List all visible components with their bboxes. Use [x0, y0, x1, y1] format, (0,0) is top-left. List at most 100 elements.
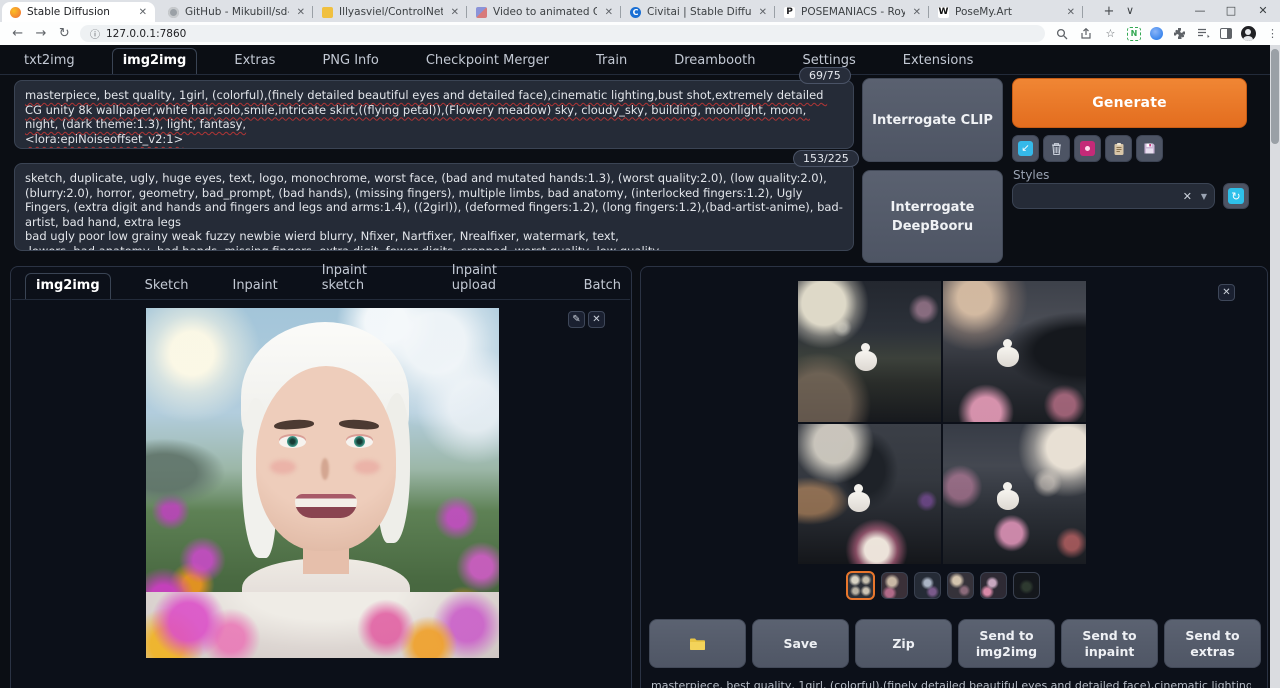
- interrogate-deepbooru-button[interactable]: Interrogate DeepBooru: [862, 170, 1003, 263]
- url-bar[interactable]: ⓘ 127.0.0.1:7860: [80, 25, 1045, 42]
- browser-tab-posemaniacs[interactable]: P POSEMANIACS - Royalty free 3 ✕: [776, 2, 929, 22]
- page-scrollbar[interactable]: [1270, 45, 1280, 688]
- send-to-img2img-button[interactable]: Send to img2img: [958, 619, 1055, 668]
- browser-menu-icon[interactable]: ⋮: [1265, 26, 1280, 41]
- card-icon: [1080, 141, 1095, 156]
- extension-blue-icon[interactable]: [1150, 27, 1163, 40]
- forward-icon[interactable]: →: [29, 26, 52, 41]
- tab-sketch[interactable]: Sketch: [135, 274, 199, 299]
- gallery-close-button[interactable]: ✕: [1218, 284, 1235, 301]
- tab-extensions[interactable]: Extensions: [893, 49, 984, 74]
- image-edit-tools: ✎ ✕: [568, 311, 605, 328]
- zoom-icon[interactable]: [1055, 26, 1070, 41]
- window-close-button[interactable]: ✕: [1248, 0, 1278, 22]
- interrogate-clip-button[interactable]: Interrogate CLIP: [862, 78, 1003, 162]
- browser-tab-title: GitHub - Mikubill/sd-webui-con: [185, 6, 289, 18]
- negative-prompt-textarea[interactable]: sketch, duplicate, ugly, huge eyes, text…: [14, 163, 854, 251]
- browser-tab-controlnet[interactable]: Illyasviel/ControlNet at main ✕: [314, 2, 467, 22]
- civitai-favicon: C: [630, 7, 641, 18]
- img2img-panel: img2img Sketch Inpaint Inpaint sketch In…: [10, 266, 632, 688]
- send-to-inpaint-button[interactable]: Send to inpaint: [1061, 619, 1158, 668]
- site-info-icon[interactable]: ⓘ: [90, 26, 100, 41]
- result-image-1[interactable]: [798, 281, 941, 422]
- apply-styles-button[interactable]: [1105, 135, 1132, 162]
- img2img-mode-tabs: img2img Sketch Inpaint Inpaint sketch In…: [25, 273, 631, 299]
- browser-tab-stable-diffusion[interactable]: Stable Diffusion ✕: [2, 2, 155, 22]
- share-icon[interactable]: [1079, 26, 1094, 41]
- browser-tab-posemyart[interactable]: W PoseMy.Art ✕: [930, 2, 1083, 22]
- posemaniacs-favicon: P: [784, 7, 795, 18]
- tab-extras[interactable]: Extras: [224, 49, 285, 74]
- browser-tab-github[interactable]: GitHub - Mikubill/sd-webui-con ✕: [160, 2, 313, 22]
- browser-tab-gif-converter[interactable]: Video to animated GIF converter ✕: [468, 2, 621, 22]
- result-image-2[interactable]: [943, 281, 1086, 422]
- send-to-extras-button[interactable]: Send to extras: [1164, 619, 1261, 668]
- reading-list-icon[interactable]: [1196, 26, 1211, 41]
- profile-avatar[interactable]: [1241, 26, 1256, 41]
- reload-icon[interactable]: ↻: [53, 26, 76, 41]
- tab-close-icon[interactable]: ✕: [757, 7, 769, 18]
- tab-close-icon[interactable]: ✕: [603, 7, 615, 18]
- refresh-styles-button[interactable]: ↻: [1223, 183, 1249, 209]
- side-panel-icon[interactable]: [1220, 28, 1232, 39]
- tab-checkpoint-merger[interactable]: Checkpoint Merger: [416, 49, 559, 74]
- thumbnail-3[interactable]: [914, 572, 941, 599]
- styles-dropdown[interactable]: ✕ ▼: [1012, 183, 1215, 209]
- tab-close-icon[interactable]: ✕: [911, 7, 923, 18]
- bookmark-star-icon[interactable]: ☆: [1103, 26, 1118, 41]
- extra-networks-button[interactable]: [1074, 135, 1101, 162]
- arrow-down-left-icon: ↙: [1018, 141, 1033, 156]
- tab-img2img[interactable]: img2img: [112, 48, 198, 75]
- read-generation-params-button[interactable]: ↙: [1012, 135, 1039, 162]
- controlnet-favicon: [322, 7, 333, 18]
- tab-inpaint-sketch[interactable]: Inpaint sketch: [312, 259, 418, 299]
- extension-n-icon[interactable]: N: [1127, 27, 1141, 41]
- thumbnail-4[interactable]: [947, 572, 974, 599]
- tab-close-icon[interactable]: ✕: [449, 7, 461, 18]
- chevron-down-icon[interactable]: ▼: [1201, 192, 1207, 201]
- window-restore-button[interactable]: □: [1216, 0, 1246, 22]
- result-image-3[interactable]: [798, 424, 941, 565]
- prompt-text: masterpiece, best quality, 1girl, (color…: [25, 88, 827, 146]
- scrollbar-thumb[interactable]: [1271, 49, 1279, 144]
- browser-tab-title: Video to animated GIF converter: [493, 6, 597, 18]
- tab-img2img-mode[interactable]: img2img: [25, 273, 111, 300]
- open-folder-button[interactable]: [649, 619, 746, 668]
- save-button[interactable]: Save: [752, 619, 849, 668]
- clear-styles-icon[interactable]: ✕: [1183, 190, 1192, 203]
- clear-prompt-button[interactable]: [1043, 135, 1070, 162]
- thumbnail-5[interactable]: [980, 572, 1007, 599]
- tab-txt2img[interactable]: txt2img: [14, 49, 85, 74]
- tab-search-chevron-icon[interactable]: ∨: [1100, 0, 1160, 22]
- clear-image-button[interactable]: ✕: [588, 311, 605, 328]
- tab-close-icon[interactable]: ✕: [295, 7, 307, 18]
- tab-train[interactable]: Train: [586, 49, 637, 74]
- browser-tab-civitai[interactable]: C Civitai | Stable Diffusion model ✕: [622, 2, 775, 22]
- extensions-puzzle-icon[interactable]: [1172, 26, 1187, 41]
- browser-tab-title: Civitai | Stable Diffusion model: [647, 6, 751, 18]
- zip-button[interactable]: Zip: [855, 619, 952, 668]
- back-icon[interactable]: ←: [6, 26, 29, 41]
- browser-tab-title: Illyasviel/ControlNet at main: [339, 6, 443, 18]
- refresh-icon: ↻: [1228, 188, 1244, 204]
- tab-close-icon[interactable]: ✕: [137, 7, 149, 18]
- tab-inpaint[interactable]: Inpaint: [222, 274, 287, 299]
- thumbnail-2[interactable]: [881, 572, 908, 599]
- result-image-4[interactable]: [943, 424, 1086, 565]
- edit-image-button[interactable]: ✎: [568, 311, 585, 328]
- prompt-textarea[interactable]: masterpiece, best quality, 1girl, (color…: [14, 80, 854, 149]
- prompt-token-counter: 69/75: [799, 67, 851, 84]
- tab-inpaint-upload[interactable]: Inpaint upload: [442, 259, 550, 299]
- browser-toolbar: ← → ↻ ⓘ 127.0.0.1:7860 ☆ N: [0, 22, 1280, 45]
- thumbnail-1-selected[interactable]: [846, 571, 875, 600]
- source-image[interactable]: [146, 308, 499, 658]
- generate-button[interactable]: Generate: [1012, 78, 1247, 128]
- thumbnail-6[interactable]: [1013, 572, 1040, 599]
- tab-close-icon[interactable]: ✕: [1065, 7, 1077, 18]
- tab-batch[interactable]: Batch: [574, 274, 631, 299]
- tab-png-info[interactable]: PNG Info: [312, 49, 388, 74]
- window-minimize-button[interactable]: —: [1185, 0, 1215, 22]
- save-style-button[interactable]: [1136, 135, 1163, 162]
- result-grid-image[interactable]: [798, 281, 1086, 564]
- tab-dreambooth[interactable]: Dreambooth: [664, 49, 765, 74]
